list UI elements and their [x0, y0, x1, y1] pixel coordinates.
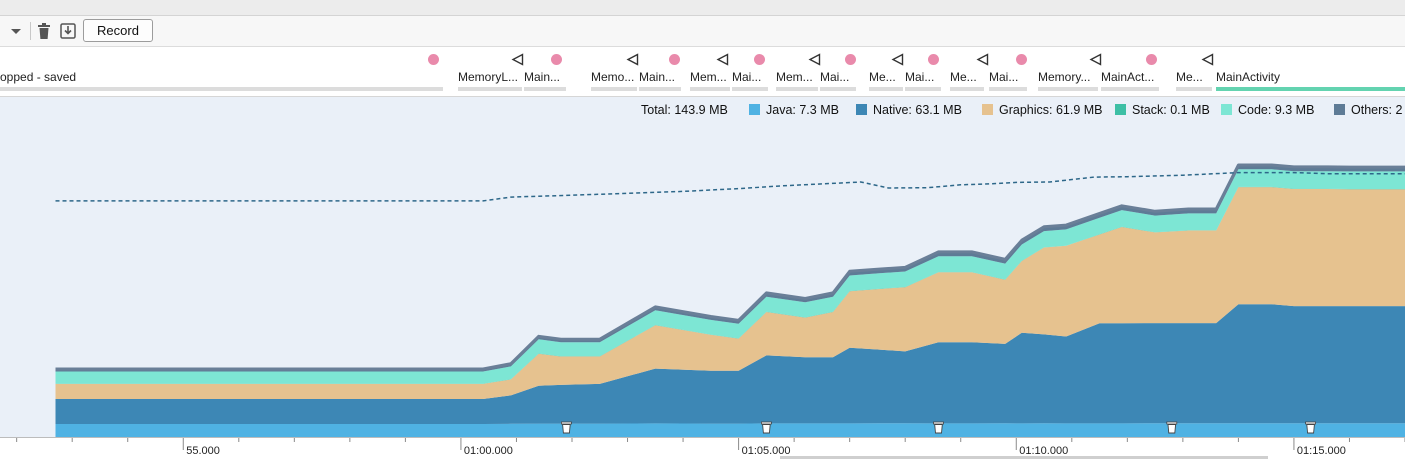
- gc-trash-icon[interactable]: [761, 422, 771, 433]
- title-strip: [0, 0, 1405, 16]
- gc-trash-icon[interactable]: [934, 422, 944, 433]
- save-icon[interactable]: [59, 22, 77, 40]
- activity-bar[interactable]: [776, 87, 818, 91]
- memory-chart[interactable]: Total: 143.9 MB Java: 7.3 MB Native: 63.1…: [0, 97, 1405, 437]
- activity-bar[interactable]: [591, 87, 637, 91]
- activity-label[interactable]: Main...: [639, 70, 681, 84]
- touch-event-icon[interactable]: [754, 54, 765, 65]
- activity-label[interactable]: Mem...: [690, 70, 730, 84]
- time-axis: 55.00001:00.00001:05.00001:10.00001:15.0…: [0, 437, 1405, 459]
- touch-event-icon[interactable]: [428, 54, 439, 65]
- session-status-label: opped - saved: [0, 70, 440, 84]
- touch-event-icon[interactable]: [1016, 54, 1027, 65]
- activity-bar[interactable]: [1101, 87, 1159, 91]
- activity-bar[interactable]: [690, 87, 730, 91]
- legend-swatch: [856, 104, 867, 115]
- activity-label[interactable]: MainAct...: [1101, 70, 1159, 84]
- back-arrow-icon[interactable]: [716, 53, 729, 66]
- touch-event-icon[interactable]: [669, 54, 680, 65]
- gc-trash-icon[interactable]: [1306, 422, 1316, 433]
- toolbar: Record: [0, 16, 1405, 47]
- tick-label: 55.000: [186, 445, 220, 457]
- activity-bar[interactable]: [639, 87, 681, 91]
- chevron-down-icon[interactable]: [8, 23, 24, 39]
- activity-label[interactable]: Mai...: [989, 70, 1027, 84]
- legend-total: Total: 143.9 MB: [641, 103, 728, 117]
- activity-label[interactable]: MainActivity: [1216, 70, 1405, 84]
- gc-trash-icon[interactable]: [1167, 422, 1177, 433]
- activity-label[interactable]: Memory...: [1038, 70, 1098, 84]
- legend-label: Java: 7.3 MB: [766, 103, 839, 117]
- back-arrow-icon[interactable]: [976, 53, 989, 66]
- touch-event-icon[interactable]: [551, 54, 562, 65]
- activity-bar[interactable]: [905, 87, 941, 91]
- activity-label[interactable]: Me...: [950, 70, 984, 84]
- legend-label: Native: 63.1 MB: [873, 103, 962, 117]
- activity-label[interactable]: Mai...: [905, 70, 941, 84]
- legend-label: Code: 9.3 MB: [1238, 103, 1314, 117]
- gc-trash-icon[interactable]: [561, 422, 571, 433]
- event-timeline: opped - saved MemoryL...Main...Memo...Ma…: [0, 47, 1405, 97]
- legend-label: Others: 2: [1351, 103, 1402, 117]
- back-arrow-icon[interactable]: [511, 53, 524, 66]
- memory-chart-svg[interactable]: Total: 143.9 MB Java: 7.3 MB Native: 63.1…: [0, 97, 1405, 437]
- toolbar-separator: [30, 22, 31, 40]
- activity-bar[interactable]: [1038, 87, 1098, 91]
- activity-label[interactable]: Me...: [1176, 70, 1212, 84]
- back-arrow-icon[interactable]: [891, 53, 904, 66]
- touch-event-icon[interactable]: [1146, 54, 1157, 65]
- activity-bar[interactable]: [458, 87, 522, 91]
- legend-swatch: [749, 104, 760, 115]
- back-arrow-icon[interactable]: [808, 53, 821, 66]
- back-arrow-icon[interactable]: [626, 53, 639, 66]
- activity-bar[interactable]: [524, 87, 566, 91]
- activity-label[interactable]: Mai...: [820, 70, 856, 84]
- session-bar: [0, 87, 443, 91]
- activity-bar[interactable]: [1176, 87, 1212, 91]
- activity-label[interactable]: MemoryL...: [458, 70, 522, 84]
- activity-bar[interactable]: [869, 87, 903, 91]
- activity-label[interactable]: Main...: [524, 70, 566, 84]
- activity-label[interactable]: Memo...: [591, 70, 637, 84]
- activity-bar[interactable]: [1216, 87, 1405, 91]
- tick-label: 01:15.000: [1297, 445, 1346, 457]
- legend-swatch: [1334, 104, 1345, 115]
- back-arrow-icon[interactable]: [1089, 53, 1102, 66]
- legend-swatch: [982, 104, 993, 115]
- record-button[interactable]: Record: [83, 19, 153, 42]
- legend-swatch: [1221, 104, 1232, 115]
- activity-bar[interactable]: [950, 87, 984, 91]
- activity-bar[interactable]: [989, 87, 1027, 91]
- activity-label[interactable]: Mem...: [776, 70, 818, 84]
- tick-label: 01:00.000: [464, 445, 513, 457]
- activity-label[interactable]: Me...: [869, 70, 903, 84]
- chart-legend: Total: 143.9 MB Java: 7.3 MB Native: 63.1…: [641, 103, 1402, 117]
- trash-icon[interactable]: [36, 22, 52, 40]
- legend-label: Graphics: 61.9 MB: [999, 103, 1103, 117]
- activity-label[interactable]: Mai...: [732, 70, 768, 84]
- activity-bar[interactable]: [820, 87, 856, 91]
- touch-event-icon[interactable]: [928, 54, 939, 65]
- series-area-java: [56, 423, 1405, 437]
- touch-event-icon[interactable]: [845, 54, 856, 65]
- activity-bar[interactable]: [732, 87, 768, 91]
- back-arrow-icon[interactable]: [1201, 53, 1214, 66]
- legend-label: Stack: 0.1 MB: [1132, 103, 1210, 117]
- legend-swatch: [1115, 104, 1126, 115]
